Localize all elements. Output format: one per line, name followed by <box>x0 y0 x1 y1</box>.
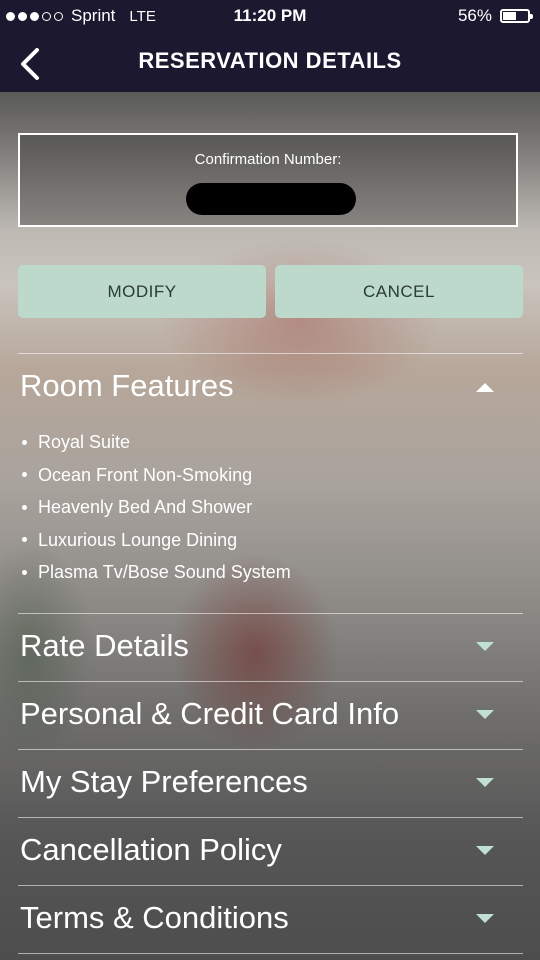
section-room-features[interactable]: Room Features <box>20 368 520 404</box>
feature-label: Heavenly Bed And Shower <box>38 497 253 517</box>
feature-label: Luxurious Lounge Dining <box>38 529 238 550</box>
chevron-down-icon <box>476 642 494 651</box>
divider <box>18 885 523 886</box>
status-right: 56% <box>457 6 533 26</box>
chevron-up-icon <box>476 383 494 392</box>
bullet-icon <box>22 569 27 575</box>
battery-icon <box>500 9 533 23</box>
section-title: Cancellation Policy <box>20 832 282 867</box>
section-title: Terms & Conditions <box>20 900 289 935</box>
divider <box>18 613 523 614</box>
list-item: Heavenly Bed And Shower <box>20 491 520 524</box>
list-item: Luxurious Lounge Dining <box>20 524 520 557</box>
chevron-down-icon <box>476 778 494 787</box>
bullet-icon <box>22 472 27 478</box>
section-personal-credit-card-info[interactable]: Personal & Credit Card Info <box>20 696 520 732</box>
nav-header: RESERVATION DETAILS <box>0 34 540 92</box>
list-item: Ocean Front Non-Smoking <box>20 459 520 492</box>
section-my-stay-preferences[interactable]: My Stay Preferences <box>20 764 520 800</box>
page-title: RESERVATION DETAILS <box>138 48 402 73</box>
cancel-button[interactable]: CANCEL <box>275 265 523 318</box>
divider <box>18 681 523 682</box>
section-title: Rate Details <box>20 628 189 663</box>
list-item: Plasma Tv/Bose Sound System <box>20 556 520 589</box>
confirmation-label: Confirmation Number: <box>194 151 342 168</box>
section-title: Room Features <box>20 368 234 403</box>
feature-label: Plasma Tv/Bose Sound System <box>38 562 291 582</box>
confirmation-box: Confirmation Number: <box>18 133 518 227</box>
list-item: Royal Suite <box>20 426 520 459</box>
bullet-icon <box>22 439 27 445</box>
section-title: Personal & Credit Card Info <box>20 696 400 731</box>
divider <box>18 953 523 954</box>
section-rate-details[interactable]: Rate Details <box>20 628 520 664</box>
bullet-icon <box>22 504 27 510</box>
feature-label: Royal Suite <box>38 432 131 452</box>
chevron-down-icon <box>476 710 494 719</box>
section-title: My Stay Preferences <box>20 764 308 799</box>
battery-level-fill <box>503 12 516 20</box>
room-features-list: Royal Suite Ocean Front Non-Smoking Heav… <box>20 426 520 589</box>
section-cancellation-policy[interactable]: Cancellation Policy <box>20 832 520 868</box>
feature-label: Ocean Front Non-Smoking <box>38 464 253 485</box>
bullet-icon <box>22 537 27 543</box>
divider <box>18 817 523 818</box>
confirmation-number-redacted <box>186 183 356 215</box>
section-terms-conditions[interactable]: Terms & Conditions <box>20 900 520 936</box>
reservation-content[interactable]: Confirmation Number: MODIFY CANCEL Room … <box>0 92 540 960</box>
chevron-down-icon <box>476 846 494 855</box>
divider <box>18 353 523 354</box>
chevron-down-icon <box>476 914 494 923</box>
battery-percent: 56% <box>457 6 492 25</box>
divider <box>18 749 523 750</box>
modify-button[interactable]: MODIFY <box>18 265 266 318</box>
status-bar: Sprint LTE 11:20 PM 56% <box>0 0 540 34</box>
